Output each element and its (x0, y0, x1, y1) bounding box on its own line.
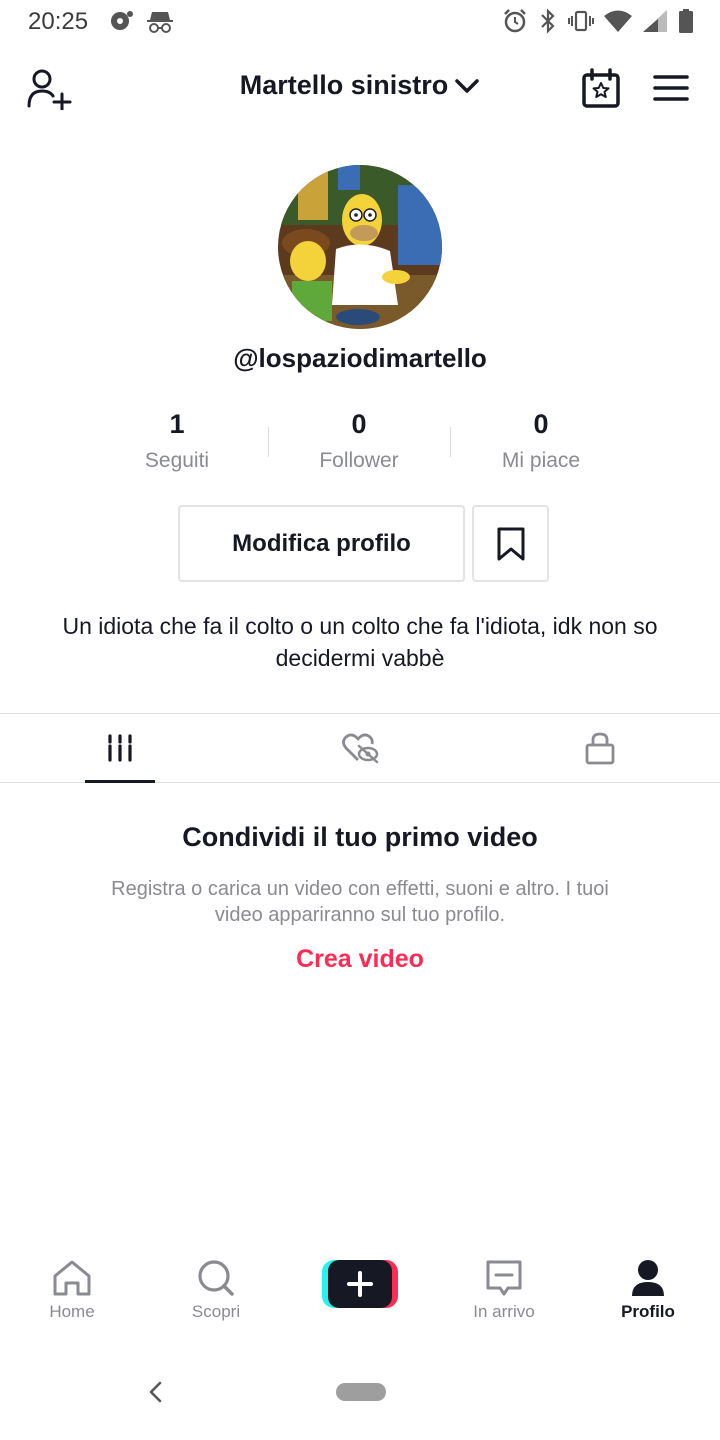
vibrate-icon (568, 10, 594, 32)
search-icon (198, 1260, 234, 1296)
active-tab-indicator (85, 780, 155, 783)
tab-videos[interactable] (0, 714, 240, 783)
stat-label: Seguiti (144, 449, 210, 472)
incognito-icon (147, 12, 173, 33)
stat-following[interactable]: 1 Seguiti (86, 405, 268, 485)
nav-label: Home (49, 1302, 95, 1321)
nav-home[interactable]: Home (12, 1258, 132, 1322)
menu-icon (653, 75, 689, 101)
empty-state-title: Condividi il tuo primo video (182, 822, 538, 852)
system-back-button[interactable] (145, 1380, 167, 1404)
bookmark-icon (497, 527, 524, 560)
avatar-image (278, 165, 442, 329)
battery-icon (679, 9, 693, 33)
nav-label: Profilo (621, 1302, 675, 1321)
create-button[interactable] (322, 1260, 398, 1308)
profile-bio: Un idiota che fa il colto o un colto che… (62, 613, 658, 671)
favorites-button[interactable] (472, 505, 549, 582)
calendar-star-icon (582, 68, 620, 108)
stat-value: 0 (351, 409, 367, 439)
tab-liked[interactable] (240, 714, 480, 782)
profile-icon (632, 1260, 664, 1296)
nav-label: In arrivo (473, 1302, 535, 1321)
inbox-icon (486, 1260, 522, 1296)
account-name: Martello sinistro (239, 70, 449, 100)
stat-value: 1 (169, 409, 185, 439)
calendar-button[interactable] (580, 68, 622, 110)
bottom-nav: Home Scopri In arrivo Profilo (0, 1250, 720, 1330)
stat-divider (450, 427, 451, 457)
lock-icon (585, 732, 615, 765)
chevron-left-icon (149, 1381, 162, 1403)
username: @lospaziodimartello (233, 343, 487, 373)
empty-state-description: Registra o carica un video con effetti, … (111, 878, 609, 926)
status-bar: 20:25 (0, 0, 720, 44)
plus-icon (322, 1260, 398, 1308)
header: Martello sinistro (0, 58, 720, 118)
heart-hidden-icon (342, 733, 379, 764)
avatar[interactable] (278, 165, 442, 329)
nav-inbox[interactable]: In arrivo (444, 1258, 564, 1322)
status-right-icons (502, 8, 694, 34)
nav-label: Scopri (191, 1302, 241, 1321)
tab-private[interactable] (480, 714, 720, 782)
bluetooth-icon (541, 8, 555, 34)
stat-likes[interactable]: 0 Mi piace (450, 405, 632, 485)
stat-label: Mi piace (501, 449, 581, 472)
alarm-icon (504, 9, 526, 33)
chevron-down-icon (455, 78, 480, 93)
nav-profile[interactable]: Profilo (588, 1258, 708, 1322)
system-home-pill[interactable] (336, 1383, 386, 1401)
create-video-link[interactable]: Crea video (0, 945, 720, 974)
status-left-icons (108, 8, 174, 34)
nav-discover[interactable]: Scopri (156, 1258, 276, 1322)
edit-profile-button[interactable]: Modifica profilo (178, 505, 465, 582)
notification-icon (111, 11, 133, 30)
stat-value: 0 (533, 409, 549, 439)
status-time: 20:25 (28, 8, 89, 35)
stat-label: Follower (319, 449, 399, 472)
home-icon (53, 1260, 91, 1296)
content-tabs (0, 713, 720, 783)
wifi-icon (604, 10, 632, 32)
signal-icon (643, 10, 667, 32)
grid-icon (108, 734, 132, 762)
profile-stats: 1 Seguiti 0 Follower 0 Mi piace (86, 405, 634, 485)
stat-followers[interactable]: 0 Follower (268, 405, 450, 485)
menu-button[interactable] (652, 72, 690, 104)
stat-divider (268, 427, 269, 457)
